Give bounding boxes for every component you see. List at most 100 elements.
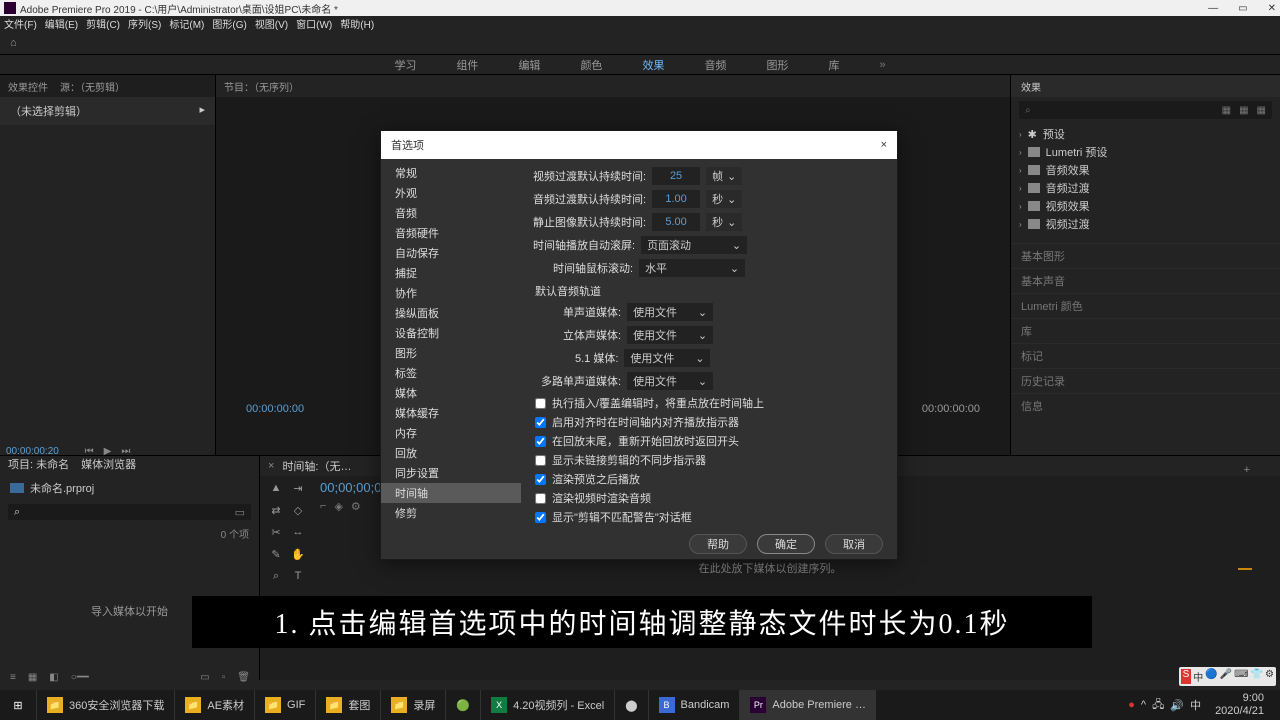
ws-color[interactable]: 颜色 <box>580 57 602 73</box>
help-button[interactable]: 帮助 <box>689 534 747 554</box>
start-button[interactable]: ⊞ <box>0 690 36 720</box>
panel-markers[interactable]: 标记 <box>1011 343 1280 368</box>
panel-library[interactable]: 库 <box>1011 318 1280 343</box>
menu-help[interactable]: 帮助(H) <box>340 16 374 31</box>
settings-icon[interactable]: ⚙ <box>351 500 361 513</box>
track-select-tool[interactable]: ⇥ <box>290 480 306 496</box>
rate-tool[interactable]: ◇ <box>290 502 306 518</box>
list-view-icon[interactable]: ≡ <box>10 672 16 683</box>
ws-graphics[interactable]: 图形 <box>766 57 788 73</box>
prefs-media[interactable]: 媒体 <box>381 383 521 403</box>
zoom-slider[interactable]: ○━━ <box>71 672 89 683</box>
freeform-icon[interactable]: ◧ <box>49 672 58 683</box>
cancel-button[interactable]: 取消 <box>825 534 883 554</box>
prefs-device[interactable]: 设备控制 <box>381 323 521 343</box>
taskbar-item-2[interactable]: 📁GIF <box>254 690 315 720</box>
fx-lumetri[interactable]: ›Lumetri 预设 <box>1019 143 1272 161</box>
prefs-appearance[interactable]: 外观 <box>381 183 521 203</box>
ws-learn[interactable]: 学习 <box>394 57 416 73</box>
taskbar-item-1[interactable]: 📁AE素材 <box>174 690 254 720</box>
input-still-duration[interactable] <box>652 213 700 231</box>
tray-rec-icon[interactable]: ● <box>1128 699 1135 711</box>
checkbox-2[interactable] <box>535 436 546 447</box>
selection-tool[interactable]: ▲ <box>268 480 284 496</box>
prefs-labels[interactable]: 标签 <box>381 363 521 383</box>
ws-overflow[interactable]: » <box>879 59 885 71</box>
prefs-audio[interactable]: 音频 <box>381 203 521 223</box>
menu-window[interactable]: 窗口(W) <box>296 16 332 31</box>
home-icon[interactable]: ⌂ <box>10 37 17 49</box>
panel-essential-graphics[interactable]: 基本图形 <box>1011 243 1280 268</box>
fx-video-trans[interactable]: ›视频过渡 <box>1019 215 1272 233</box>
snap-icon[interactable]: ⌐ <box>320 500 326 513</box>
unit-still[interactable]: 秒⌄ <box>706 213 742 231</box>
prefs-audio-hw[interactable]: 音频硬件 <box>381 223 521 243</box>
tray-up-icon[interactable]: ^ <box>1141 699 1146 711</box>
prefs-collab[interactable]: 协作 <box>381 283 521 303</box>
ime-tray[interactable]: S中🔵🎤⌨👕⚙ <box>1179 667 1276 686</box>
check-2[interactable]: 在回放末尾，重新开始回放时返回开头 <box>535 433 885 449</box>
check-1[interactable]: 启用对齐时在时间轴内对齐播放指示器 <box>535 414 885 430</box>
select-multi[interactable]: 使用文件⌄ <box>627 372 713 390</box>
ripple-tool[interactable]: ⇄ <box>268 502 284 518</box>
btn-next[interactable]: ⏭ <box>121 446 130 457</box>
trash-icon[interactable]: 🗑 <box>237 672 250 683</box>
taskbar-item-3[interactable]: 📁套图 <box>315 690 380 720</box>
checkbox-0[interactable] <box>535 398 546 409</box>
input-audio-duration[interactable] <box>652 190 700 208</box>
menu-view[interactable]: 视图(V) <box>255 16 288 31</box>
prefs-trim[interactable]: 修剪 <box>381 503 521 523</box>
panel-lumetri[interactable]: Lumetri 颜色 <box>1011 293 1280 318</box>
prefs-sync[interactable]: 同步设置 <box>381 463 521 483</box>
pen-tool[interactable]: ✎ <box>268 546 284 562</box>
checkbox-3[interactable] <box>535 455 546 466</box>
menu-sequence[interactable]: 序列(S) <box>128 16 161 31</box>
prefs-timeline[interactable]: 时间轴 <box>381 483 521 503</box>
panel-info[interactable]: 信息 <box>1011 393 1280 418</box>
fx-presets[interactable]: ›✱预设 <box>1019 125 1272 143</box>
checkbox-1[interactable] <box>535 417 546 428</box>
tray-net-icon[interactable]: 🖧 <box>1152 696 1164 715</box>
prefs-memory[interactable]: 内存 <box>381 423 521 443</box>
unit-audio[interactable]: 秒⌄ <box>706 190 742 208</box>
timeline-tab[interactable]: 时间轴:（无… <box>282 458 351 474</box>
fx-preset-icon[interactable]: ▦ <box>1222 105 1231 116</box>
unit-video[interactable]: 帧⌄ <box>706 167 742 185</box>
fx-audio-fx[interactable]: ›音频效果 <box>1019 161 1272 179</box>
prefs-media-cache[interactable]: 媒体缓存 <box>381 403 521 423</box>
marker-icon[interactable]: ◈ <box>334 500 342 513</box>
prefs-graphics[interactable]: 图形 <box>381 343 521 363</box>
menu-file[interactable]: 文件(F) <box>4 16 37 31</box>
menu-graphics[interactable]: 图形(G) <box>212 16 246 31</box>
checkbox-5[interactable] <box>535 493 546 504</box>
checkbox-6[interactable] <box>535 512 546 523</box>
tab-effect-controls[interactable]: 效果控件 <box>8 79 48 94</box>
prefs-capture[interactable]: 捕捉 <box>381 263 521 283</box>
program-tab[interactable]: 节目：（无序列） <box>216 75 1010 97</box>
taskbar-item-0[interactable]: 📁360安全浏览器下载 <box>36 690 174 720</box>
btn-prev[interactable]: ⏮ <box>85 446 94 457</box>
razor-tool[interactable]: ✂ <box>268 524 284 540</box>
check-0[interactable]: 执行插入/覆盖编辑时，将重点放在时间轴上 <box>535 395 885 411</box>
btn-play[interactable]: ▶ <box>104 446 112 457</box>
ws-edit[interactable]: 编辑 <box>518 57 540 73</box>
project-search[interactable]: ⌕ ▭ <box>8 504 251 520</box>
ws-audio[interactable]: 音频 <box>704 57 726 73</box>
select-mouse-scroll[interactable]: 水平⌄ <box>639 259 745 277</box>
new-item-icon[interactable]: ▫ <box>222 672 226 683</box>
taskbar-clock[interactable]: 9:002020/4/21 <box>1207 692 1272 718</box>
check-6[interactable]: 显示"剪辑不匹配警告"对话框 <box>535 509 885 525</box>
check-4[interactable]: 渲染预览之后播放 <box>535 471 885 487</box>
prefs-playback[interactable]: 回放 <box>381 443 521 463</box>
input-video-duration[interactable] <box>652 167 700 185</box>
checkbox-4[interactable] <box>535 474 546 485</box>
fx-audio-trans[interactable]: ›音频过渡 <box>1019 179 1272 197</box>
tab-source[interactable]: 源：（无剪辑） <box>60 79 125 94</box>
menu-clip[interactable]: 剪辑(C) <box>86 16 120 31</box>
add-marker-icon[interactable]: + <box>1244 464 1250 476</box>
hand-tool[interactable]: ✋ <box>290 546 306 562</box>
prefs-autosave[interactable]: 自动保存 <box>381 243 521 263</box>
taskbar-item-6[interactable]: X4.20视频列 - Excel <box>480 690 614 720</box>
tl-close-icon[interactable]: × <box>268 460 274 472</box>
ws-library[interactable]: 库 <box>828 57 839 73</box>
